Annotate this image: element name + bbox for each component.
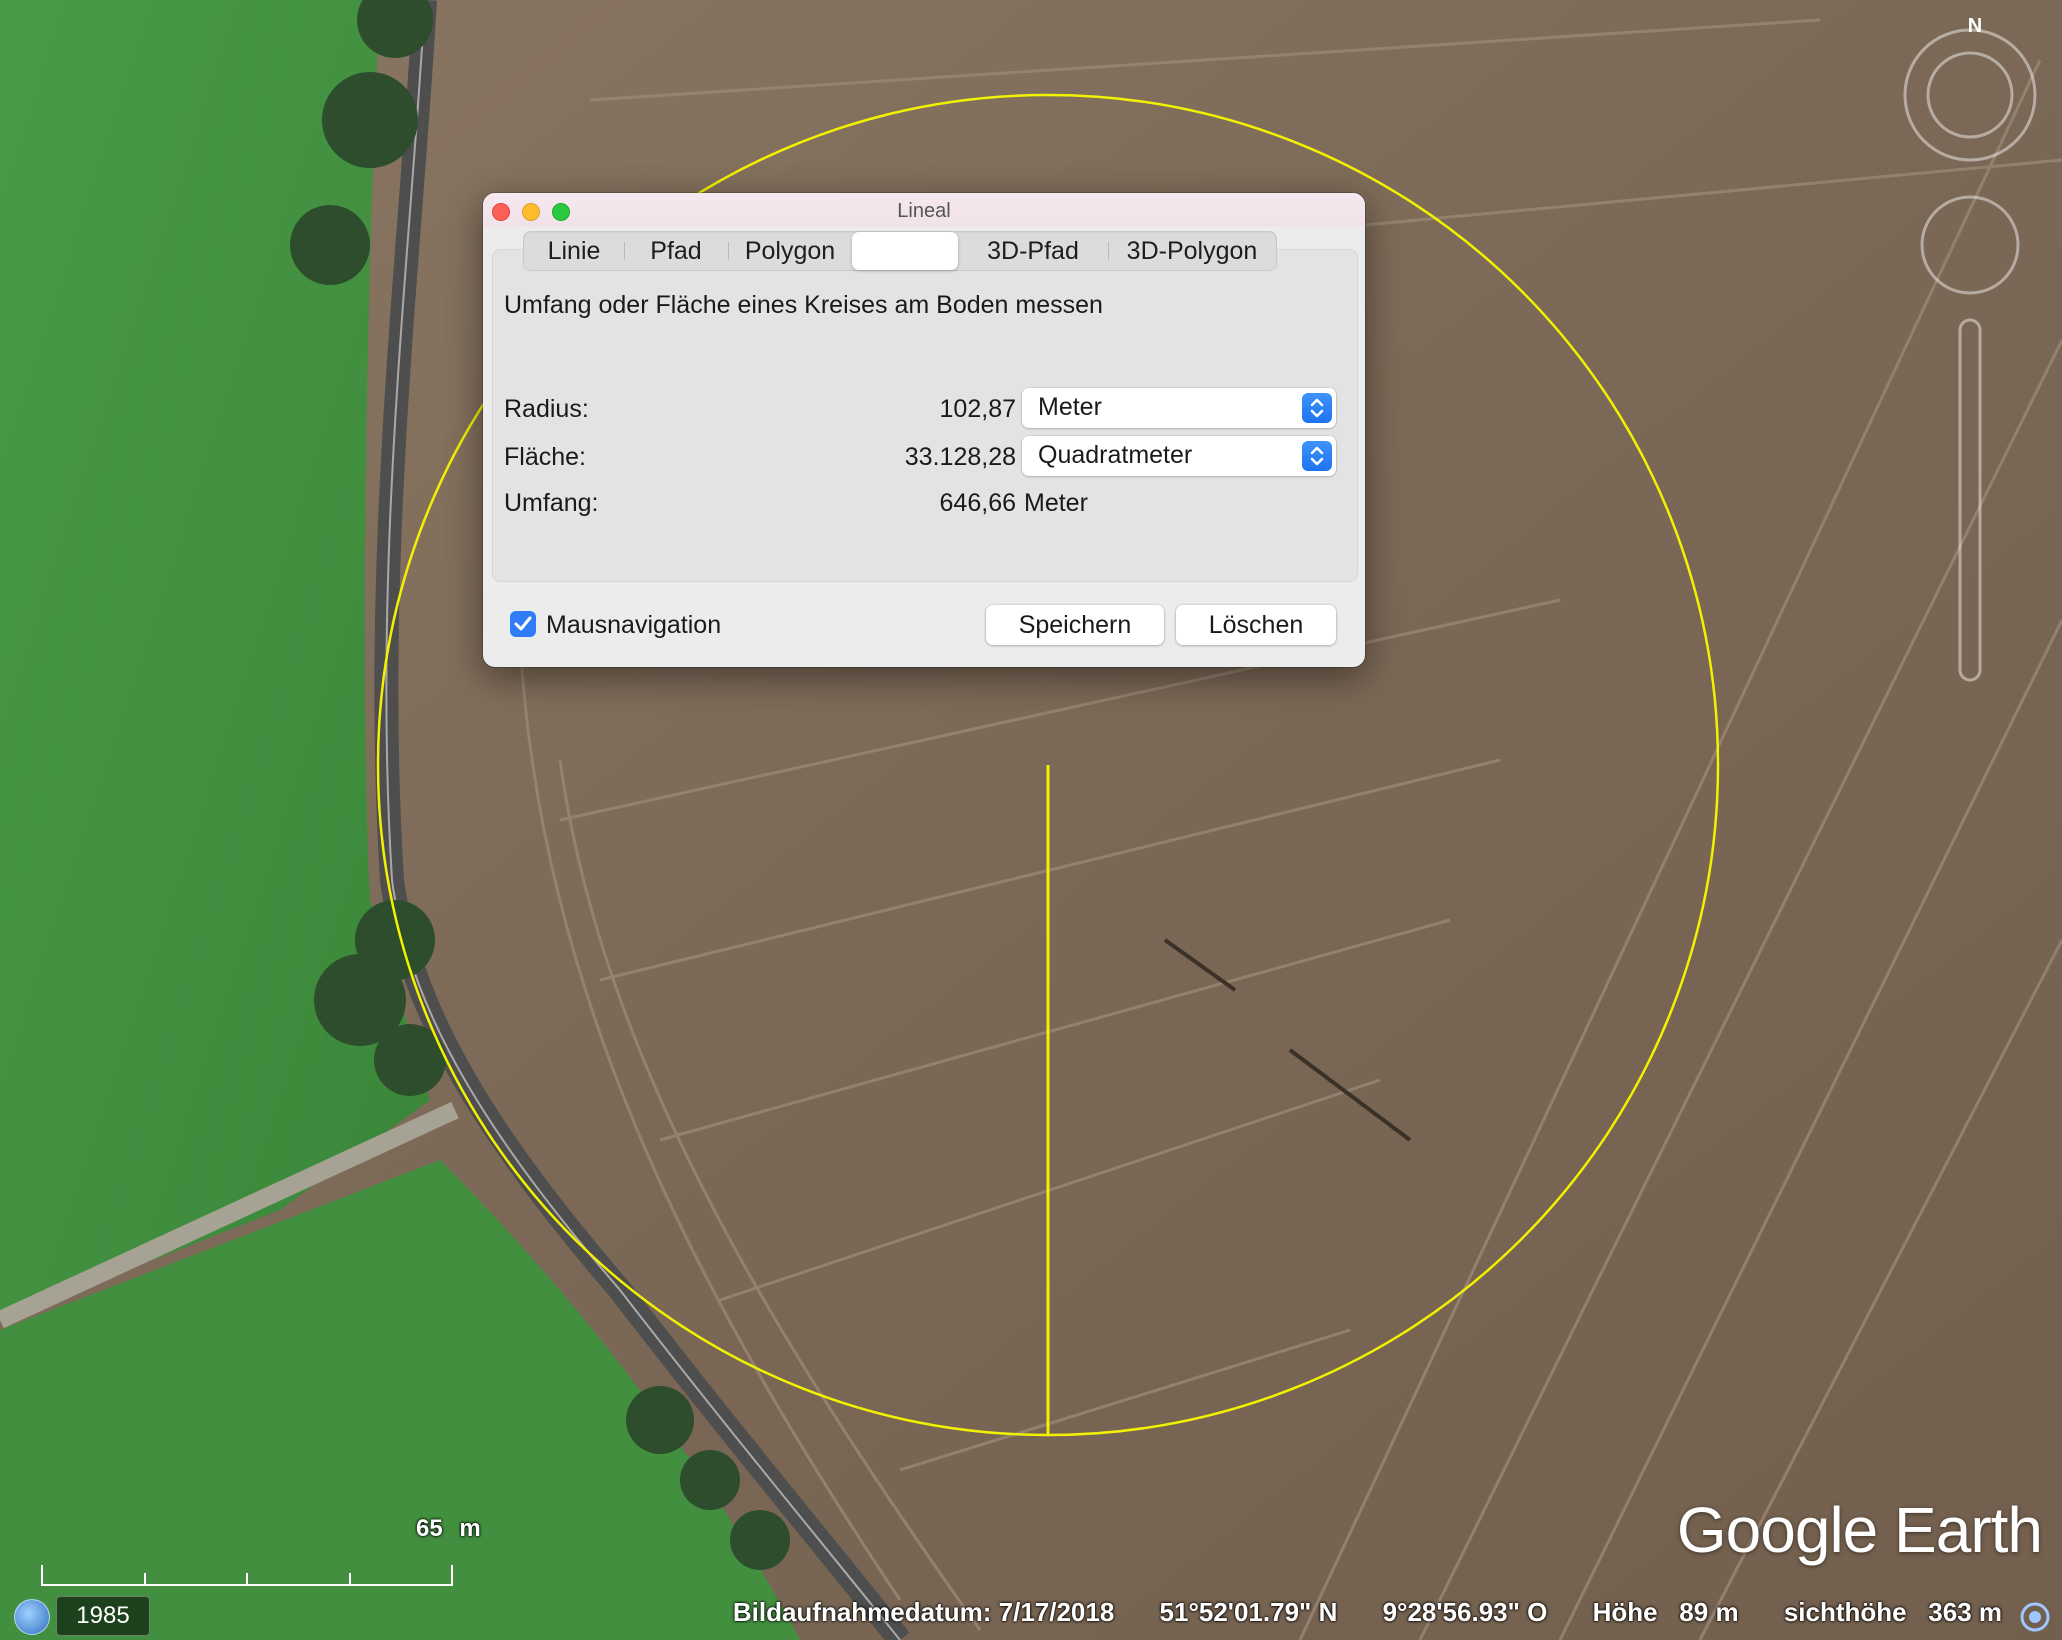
- radius-unit-select[interactable]: Meter: [1022, 388, 1336, 428]
- compass-north-label[interactable]: N: [1968, 15, 1982, 37]
- elevation: Höhe 89 m: [1592, 1597, 1739, 1627]
- streaming-status-icon: [2020, 1602, 2050, 1632]
- capture-date: Bildaufnahmedatum: 7/17/2018: [732, 1597, 1115, 1627]
- historical-imagery-icon[interactable]: [14, 1599, 50, 1635]
- save-button[interactable]: Speichern: [986, 605, 1164, 645]
- tab-bar: Linie Pfad Polygon 3D-Pfad 3D-Polygon: [523, 231, 1277, 271]
- circumference-value: 646,66: [939, 489, 1016, 517]
- latitude: 51°52'01.79" N: [1159, 1597, 1338, 1627]
- tool-description: Umfang oder Fläche eines Kreises am Bode…: [504, 291, 1103, 319]
- google-earth-logo: Google Earth: [1676, 1494, 2043, 1566]
- area-unit-value: Quadratmeter: [1038, 441, 1193, 469]
- tab-circle[interactable]: [852, 232, 958, 270]
- checkmark-icon: [514, 616, 532, 631]
- scale-label: 65 m: [416, 1515, 481, 1542]
- eye-altitude: sichthöhe 363 m: [1783, 1597, 2002, 1627]
- status-bar: Bildaufnahmedatum: 7/17/2018 51°52'01.79…: [733, 1597, 2002, 1628]
- circumference-label: Umfang:: [504, 489, 599, 517]
- delete-button[interactable]: Löschen: [1176, 605, 1336, 645]
- chevron-updown-icon: [1302, 441, 1332, 471]
- radius-label: Radius:: [504, 395, 589, 423]
- tab-path[interactable]: Pfad: [624, 232, 728, 270]
- radius-value: 102,87: [939, 395, 1016, 423]
- tab-line[interactable]: Linie: [524, 232, 624, 270]
- radius-unit-value: Meter: [1038, 393, 1102, 421]
- year-label[interactable]: 1985: [56, 1596, 150, 1636]
- circumference-unit: Meter: [1024, 489, 1088, 517]
- mouse-navigation-checkbox[interactable]: [510, 611, 536, 637]
- area-value: 33.128,28: [904, 443, 1016, 471]
- mouse-navigation-label[interactable]: Mausnavigation: [546, 611, 721, 640]
- window-title: Lineal: [897, 200, 951, 222]
- tab-3d-polygon[interactable]: 3D-Polygon: [1108, 232, 1276, 270]
- ruler-dialog[interactable]: Lineal Linie Pfad Polygon 3D-Pfad 3D-Pol…: [483, 193, 1365, 667]
- longitude: 9°28'56.93" O: [1382, 1597, 1548, 1627]
- tab-polygon[interactable]: Polygon: [728, 232, 852, 270]
- area-label: Fläche:: [504, 443, 586, 471]
- area-unit-select[interactable]: Quadratmeter: [1022, 436, 1336, 476]
- title-bar[interactable]: Lineal: [483, 193, 1365, 227]
- tab-3d-path[interactable]: 3D-Pfad: [958, 232, 1108, 270]
- chevron-updown-icon: [1302, 393, 1332, 423]
